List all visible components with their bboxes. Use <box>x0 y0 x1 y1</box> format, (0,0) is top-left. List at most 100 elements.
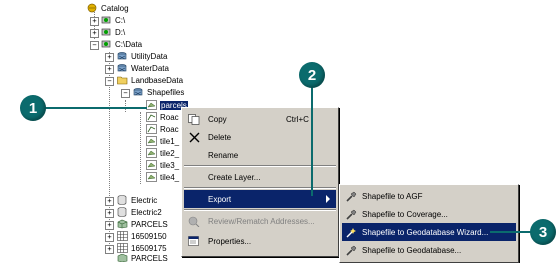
tree-label: PARCELS <box>131 219 168 229</box>
tree-label: C:\Data <box>115 39 143 49</box>
callout-2: 2 <box>299 62 325 88</box>
polygon-shapefile-icon <box>146 160 157 170</box>
expand-plus-icon[interactable]: + <box>105 233 114 242</box>
folder-icon <box>117 75 128 85</box>
collapse-minus-icon[interactable]: − <box>105 77 114 86</box>
tree-item-shapefiles[interactable]: Shapefiles <box>133 86 184 98</box>
tree-item-tile[interactable]: tile3_ <box>146 159 179 171</box>
expand-plus-icon[interactable]: + <box>90 17 99 26</box>
submenu-item-shapefile-to-coverage[interactable]: Shapefile to Coverage... <box>342 205 516 223</box>
tree-item-16509150[interactable]: 16509150 <box>117 230 167 242</box>
menu-label: Delete <box>208 132 232 142</box>
expand-plus-icon[interactable]: + <box>105 245 114 254</box>
tree-label: D:\ <box>115 27 126 37</box>
tree-label: Shapefiles <box>147 87 185 97</box>
menu-item-export[interactable]: Export <box>184 190 336 208</box>
tree-item-catalog[interactable]: Catalog <box>87 2 129 14</box>
menu-label: Copy <box>208 114 227 124</box>
collapse-minus-icon[interactable]: − <box>121 89 130 98</box>
menu-label: Shapefile to AGF <box>362 191 423 201</box>
menu-separator <box>184 165 336 167</box>
coverage-icon <box>117 219 128 229</box>
tree-item-c-drive[interactable]: C:\ <box>101 14 125 26</box>
tree-item-utilitydata[interactable]: UtilityData <box>117 50 167 62</box>
menu-item-create-layer[interactable]: Create Layer... <box>184 168 336 186</box>
tree-label: tile1_ <box>160 136 180 146</box>
wizard-icon <box>345 227 357 240</box>
menu-item-delete[interactable]: Delete <box>184 128 336 146</box>
polygon-shapefile-icon <box>146 172 157 182</box>
expand-plus-icon[interactable]: + <box>105 221 114 230</box>
tree-item-road[interactable]: Roac <box>146 123 179 135</box>
tree-item-tile[interactable]: tile4_ <box>146 171 179 183</box>
polygon-shapefile-icon <box>146 136 157 146</box>
menu-item-rename[interactable]: Rename <box>184 146 336 164</box>
database-icon <box>117 195 128 205</box>
menu-label: Create Layer... <box>208 172 261 182</box>
copy-icon <box>188 114 200 127</box>
tree-item-tile[interactable]: tile2_ <box>146 147 179 159</box>
tree-label: 16509175 <box>131 243 167 253</box>
tree-label: 16509150 <box>131 231 167 241</box>
tree-line <box>140 112 141 184</box>
tree-item-tile[interactable]: tile1_ <box>146 135 179 147</box>
expand-plus-icon[interactable]: + <box>90 29 99 38</box>
collapse-minus-icon[interactable]: − <box>90 41 99 50</box>
tree-item-road[interactable]: Roac <box>146 111 179 123</box>
raster-icon <box>117 243 128 253</box>
tree-item-parcels-coverage[interactable]: PARCELS <box>117 218 168 230</box>
connection-icon <box>101 15 112 25</box>
database-icon <box>117 207 128 217</box>
tree-label: LandbaseData <box>131 75 184 85</box>
tree-label: tile2_ <box>160 148 180 158</box>
menu-label: Review/Rematch Addresses... <box>208 216 315 226</box>
coverage-icon <box>117 254 128 262</box>
tool-icon <box>345 245 357 258</box>
callout-1: 1 <box>20 95 46 121</box>
tree-label: C:\ <box>115 15 126 25</box>
delete-icon <box>189 132 200 145</box>
polygon-shapefile-icon <box>146 148 157 158</box>
tree-label: Catalog <box>101 3 129 13</box>
menu-item-review-rematch[interactable]: Review/Rematch Addresses... <box>184 212 336 230</box>
properties-icon <box>188 236 200 249</box>
tree-item-c-data[interactable]: C:\Data <box>101 38 142 50</box>
geodatabase-icon <box>117 51 128 61</box>
tree-label: Roac <box>160 124 179 134</box>
geodatabase-icon <box>133 87 144 97</box>
tree-label: Electric2 <box>131 207 162 217</box>
tree-item-16509175[interactable]: 16509175 <box>117 242 167 254</box>
menu-label: Shapefile to Geodatabase Wizard... <box>362 227 489 237</box>
export-submenu: Shapefile to AGF Shapefile to Coverage..… <box>339 184 519 263</box>
tree-item-d-drive[interactable]: D:\ <box>101 26 125 38</box>
menu-label: Export <box>208 194 232 204</box>
tree-item-landbasedata[interactable]: LandbaseData <box>117 74 183 86</box>
submenu-item-shapefile-to-agf[interactable]: Shapefile to AGF <box>342 187 516 205</box>
callout-3: 3 <box>530 219 556 245</box>
menu-item-properties[interactable]: Properties... <box>184 232 336 250</box>
shortcut-label: Ctrl+C <box>286 114 309 124</box>
tree-item-parcels-cut[interactable]: PARCELS <box>117 254 168 262</box>
tree-item-electric2[interactable]: Electric2 <box>117 206 162 218</box>
tree-label: WaterData <box>131 63 169 73</box>
menu-label: Properties... <box>208 236 252 246</box>
expand-plus-icon[interactable]: + <box>105 53 114 62</box>
expand-plus-icon[interactable]: + <box>105 197 114 206</box>
expand-plus-icon[interactable]: + <box>105 65 114 74</box>
expand-plus-icon[interactable]: + <box>105 209 114 218</box>
submenu-item-shapefile-to-geodatabase[interactable]: Shapefile to Geodatabase... <box>342 241 516 259</box>
tree-label: PARCELS <box>131 254 168 262</box>
callout-leader-2 <box>311 86 313 196</box>
tree-label: UtilityData <box>131 51 168 61</box>
menu-label: Rename <box>208 150 239 160</box>
tree-item-waterdata[interactable]: WaterData <box>117 62 169 74</box>
menu-separator <box>184 209 336 211</box>
tool-icon <box>345 209 357 222</box>
callout-leader-1 <box>44 107 147 109</box>
submenu-arrow-icon <box>326 195 331 205</box>
menu-label: Shapefile to Coverage... <box>362 209 448 219</box>
connection-icon <box>101 39 112 49</box>
tree-item-electric[interactable]: Electric <box>117 194 157 206</box>
catalog-icon <box>87 3 98 13</box>
menu-item-copy[interactable]: Copy Ctrl+C <box>184 110 336 128</box>
